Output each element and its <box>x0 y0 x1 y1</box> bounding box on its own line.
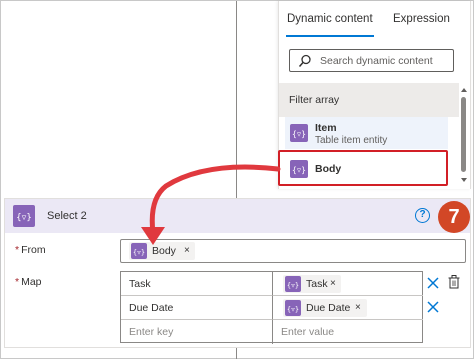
search-dynamic-content-input[interactable]: Search dynamic content <box>289 49 454 72</box>
dynamic-item-subtitle: Table item entity <box>315 135 388 146</box>
value-token-task[interactable]: {▿} Task × <box>283 275 341 293</box>
from-label-text: From <box>21 244 46 256</box>
tab-dynamic-content[interactable]: Dynamic content <box>287 13 373 25</box>
trash-icon[interactable] <box>448 275 460 289</box>
svg-text:{▿}: {▿} <box>292 166 306 175</box>
dynamic-item-title: Item <box>315 122 337 134</box>
dynamic-content-panel: Dynamic content Expression Search dynami… <box>278 1 471 189</box>
flow-connector-bottom <box>236 348 237 359</box>
step-number-badge: 7 <box>438 201 470 233</box>
expression-icon: {▿} <box>290 124 308 142</box>
scroll-down-arrow-icon[interactable] <box>461 178 467 182</box>
scroll-up-arrow-icon[interactable] <box>461 88 467 92</box>
flow-connector-top <box>236 1 237 198</box>
delete-row-icon[interactable] <box>427 301 439 313</box>
designer-canvas: Dynamic content Expression Search dynami… <box>0 0 474 359</box>
remove-token-icon[interactable]: × <box>184 245 190 256</box>
section-label: Filter array <box>289 94 340 106</box>
remove-token-icon[interactable]: × <box>330 278 336 289</box>
search-placeholder: Search dynamic content <box>320 55 433 67</box>
map-label-text: Map <box>21 276 42 288</box>
map-value-field[interactable]: {▿} Task × <box>273 272 423 296</box>
data-operation-icon: {▿} <box>13 205 35 227</box>
expression-icon: {▿} <box>285 300 301 316</box>
map-value-field[interactable]: {▿} Due Date × <box>273 296 423 320</box>
card-header[interactable]: {▿} Select 2 ? <box>5 199 470 233</box>
value-token-due-date[interactable]: {▿} Due Date × <box>283 299 367 317</box>
svg-text:{▿}: {▿} <box>16 213 32 223</box>
section-filter-array: Filter array <box>279 83 459 117</box>
from-field[interactable]: {▿} Body × <box>120 239 466 263</box>
expression-icon: {▿} <box>131 243 147 259</box>
svg-text:{▿}: {▿} <box>133 249 145 257</box>
map-value-field-empty[interactable]: Enter value <box>273 320 423 344</box>
token-label: Due Date <box>306 302 351 314</box>
remove-token-icon[interactable]: × <box>355 302 361 313</box>
svg-text:{▿}: {▿} <box>292 130 306 139</box>
token-label: Body <box>152 245 176 257</box>
search-icon <box>298 54 311 67</box>
key-placeholder: Enter key <box>129 326 174 338</box>
svg-text:{▿}: {▿} <box>287 306 299 314</box>
map-key-field[interactable]: Task <box>121 272 273 296</box>
expression-icon: {▿} <box>290 160 308 178</box>
map-key-text: Task <box>129 278 151 290</box>
svg-text:{▿}: {▿} <box>287 282 299 290</box>
token-label: Task <box>306 278 328 290</box>
select-action-card: {▿} Select 2 ? * From {▿} Body × * Map Tas… <box>4 198 471 348</box>
required-marker: * <box>15 244 20 256</box>
from-token-body[interactable]: {▿} Body × <box>129 242 195 260</box>
scrollbar-thumb[interactable] <box>461 97 466 172</box>
map-key-text: Due Date <box>129 302 174 314</box>
dynamic-item-title: Body <box>315 163 342 175</box>
map-table: Task {▿} Task × Due Date {▿} Due Date × … <box>120 271 423 344</box>
active-tab-indicator <box>286 35 374 37</box>
required-marker: * <box>15 276 20 288</box>
help-icon[interactable]: ? <box>415 208 430 223</box>
dynamic-item-body[interactable]: {▿} Body <box>285 153 448 185</box>
from-label: * From <box>15 244 46 256</box>
delete-row-icon[interactable] <box>427 277 439 289</box>
map-key-field[interactable]: Due Date <box>121 296 273 320</box>
value-placeholder: Enter value <box>281 326 335 338</box>
map-label: * Map <box>15 276 42 288</box>
map-key-field-empty[interactable]: Enter key <box>121 320 273 344</box>
card-title: Select 2 <box>47 210 87 222</box>
dynamic-panel-tabs: Dynamic content Expression <box>279 1 470 41</box>
tab-expression[interactable]: Expression <box>393 13 450 25</box>
expression-icon: {▿} <box>285 276 301 292</box>
dynamic-item-item[interactable]: {▿} Item Table item entity <box>285 117 448 149</box>
